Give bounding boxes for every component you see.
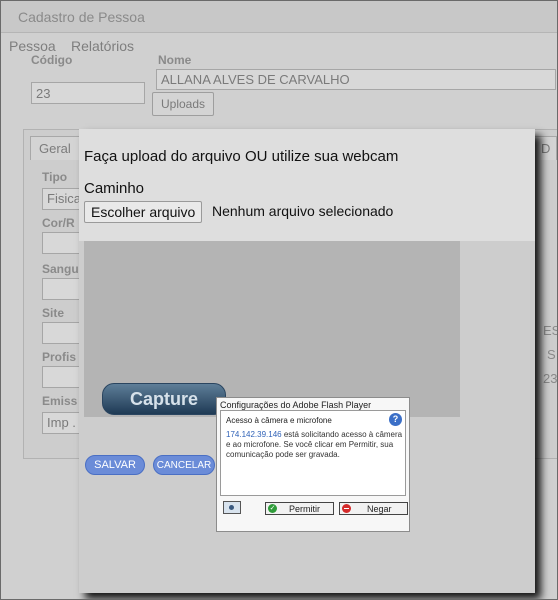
choose-file-button[interactable]: Escolher arquivo — [84, 201, 203, 223]
modal-header-area: Faça upload do arquivo OU utilize sua we… — [79, 129, 535, 241]
tipo-label: Tipo — [42, 170, 68, 184]
menu-bar: Pessoa Relatórios — [1, 33, 557, 57]
site-label: Site — [42, 306, 65, 320]
help-icon[interactable]: ? — [389, 413, 402, 426]
menu-item-pessoa[interactable]: Pessoa — [9, 38, 56, 54]
uploads-button[interactable]: Uploads — [152, 92, 214, 116]
cor-label: Cor/R — [42, 216, 75, 230]
allow-button[interactable]: ✓ Permitir — [265, 502, 334, 515]
sangue-label: Sangu — [42, 262, 79, 276]
flash-message: 174.142.39.146 está solicitando acesso à… — [226, 430, 404, 460]
right-fragment-es: ES — [543, 323, 557, 338]
capture-button[interactable]: Capture — [102, 383, 226, 415]
emissor-label: Emiss — [42, 394, 78, 408]
profissao-label: Profis — [42, 350, 77, 364]
right-fragment-s: S — [547, 347, 556, 362]
nome-label: Nome — [158, 53, 192, 67]
codigo-field[interactable]: 23 — [31, 82, 145, 104]
deny-button[interactable]: Negar — [339, 502, 408, 515]
nome-field[interactable]: ALLANA ALVES DE CARVALHO — [156, 69, 556, 90]
menu-item-relatorios[interactable]: Relatórios — [71, 38, 134, 54]
tab-geral[interactable]: Geral — [30, 136, 80, 160]
webcam-area: Capture Configurações do Adobe Flash Pla… — [84, 241, 460, 532]
title-bar: Cadastro de Pessoa — [1, 1, 557, 33]
deny-label: Negar — [367, 504, 392, 514]
codigo-label: Código — [31, 53, 73, 67]
file-status-text: Nenhum arquivo selecionado — [212, 203, 394, 219]
webcam-icon[interactable] — [223, 501, 241, 514]
caminho-label: Caminho — [84, 180, 145, 197]
check-icon: ✓ — [268, 504, 277, 513]
modal-heading: Faça upload do arquivo OU utilize sua we… — [84, 148, 399, 165]
flash-message-box: Acesso à câmera e microfone ? 174.142.39… — [220, 410, 406, 496]
allow-label: Permitir — [289, 504, 320, 514]
deny-icon — [342, 504, 351, 513]
flash-ip-address: 174.142.39.146 — [226, 430, 282, 439]
right-fragment-23: 23 — [543, 371, 558, 386]
window-title: Cadastro de Pessoa — [18, 9, 145, 25]
upload-modal: Faça upload do arquivo OU utilize sua we… — [79, 129, 535, 593]
save-button[interactable]: SALVAR — [85, 455, 145, 475]
flash-heading: Acesso à câmera e microfone — [226, 416, 332, 425]
app-window: Cadastro de Pessoa Pessoa Relatórios Cód… — [0, 0, 558, 600]
tab-right-partial[interactable]: D — [534, 136, 557, 160]
cancel-button[interactable]: CANCELAR — [153, 455, 215, 475]
flash-dialog-title: Configurações do Adobe Flash Player — [220, 400, 372, 410]
flash-settings-dialog: Configurações do Adobe Flash Player Aces… — [216, 397, 410, 532]
